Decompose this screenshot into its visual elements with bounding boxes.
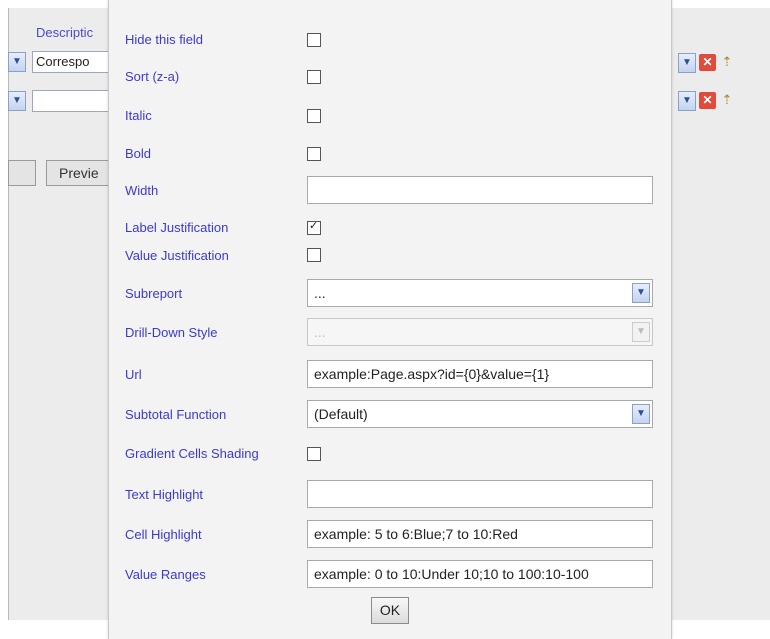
value-ranges-label: Value Ranges — [125, 567, 206, 582]
bold-label: Bold — [125, 146, 152, 161]
description-header: Descriptic — [36, 25, 94, 40]
label-justification-label: Label Justification — [125, 220, 229, 235]
width-input[interactable] — [307, 176, 653, 204]
value-justification-label: Value Justification — [125, 248, 229, 263]
value-ranges-input[interactable]: example: 0 to 10:Under 10;10 to 100:10-1… — [307, 560, 653, 588]
subreport-select[interactable]: ... ▼ — [307, 279, 653, 307]
chevron-down-icon[interactable]: ▼ — [632, 283, 650, 303]
url-label: Url — [125, 367, 142, 382]
subtotal-function-select[interactable]: (Default) ▼ — [307, 400, 653, 428]
url-input[interactable]: example:Page.aspx?id={0}&value={1} — [307, 360, 653, 388]
value-justification-checkbox[interactable] — [307, 248, 321, 262]
width-label: Width — [125, 183, 159, 198]
background-button[interactable] — [8, 160, 36, 186]
chevron-down-icon[interactable]: ▼ — [678, 53, 696, 73]
drilldown-style-value: ... — [314, 324, 326, 340]
delete-icon[interactable]: ✕ — [699, 92, 716, 109]
chevron-down-icon[interactable]: ▼ — [8, 52, 26, 72]
hide-field-label: Hide this field — [125, 32, 204, 47]
bold-checkbox[interactable] — [307, 147, 321, 161]
subreport-label: Subreport — [125, 286, 183, 301]
label-justification-checkbox[interactable] — [307, 219, 321, 235]
sort-label: Sort (z-a) — [125, 69, 180, 84]
cell-highlight-input[interactable]: example: 5 to 6:Blue;7 to 10:Red — [307, 520, 653, 548]
delete-icon[interactable]: ✕ — [699, 54, 716, 71]
italic-label: Italic — [125, 108, 152, 123]
description-field-2[interactable] — [32, 90, 112, 112]
move-icon[interactable]: ⇡ — [720, 92, 734, 108]
gradient-cells-shading-label: Gradient Cells Shading — [125, 446, 259, 461]
drilldown-style-select: ... ▼ — [307, 318, 653, 346]
move-icon[interactable]: ⇡ — [720, 54, 734, 70]
cell-highlight-label: Cell Highlight — [125, 527, 202, 542]
chevron-down-icon: ▼ — [632, 322, 650, 342]
text-highlight-input[interactable] — [307, 480, 653, 508]
chevron-down-icon[interactable]: ▼ — [678, 91, 696, 111]
chevron-down-icon[interactable]: ▼ — [8, 91, 26, 111]
ok-button[interactable]: OK — [371, 597, 409, 624]
italic-checkbox[interactable] — [307, 109, 321, 123]
description-field[interactable]: Correspo — [32, 51, 112, 73]
gradient-cells-shading-checkbox[interactable] — [307, 447, 321, 461]
preview-button[interactable]: Previe — [46, 160, 112, 186]
subtotal-function-value: (Default) — [314, 406, 368, 422]
text-highlight-label: Text Highlight — [125, 487, 204, 502]
field-properties-dialog: Hide this field Sort (z-a) Italic Bold W… — [108, 0, 672, 639]
sort-checkbox[interactable] — [307, 70, 321, 84]
chevron-down-icon[interactable]: ▼ — [632, 404, 650, 424]
subtotal-function-label: Subtotal Function — [125, 407, 227, 422]
subreport-value: ... — [314, 285, 326, 301]
hide-field-checkbox[interactable] — [307, 33, 321, 47]
drilldown-style-label: Drill-Down Style — [125, 325, 218, 340]
